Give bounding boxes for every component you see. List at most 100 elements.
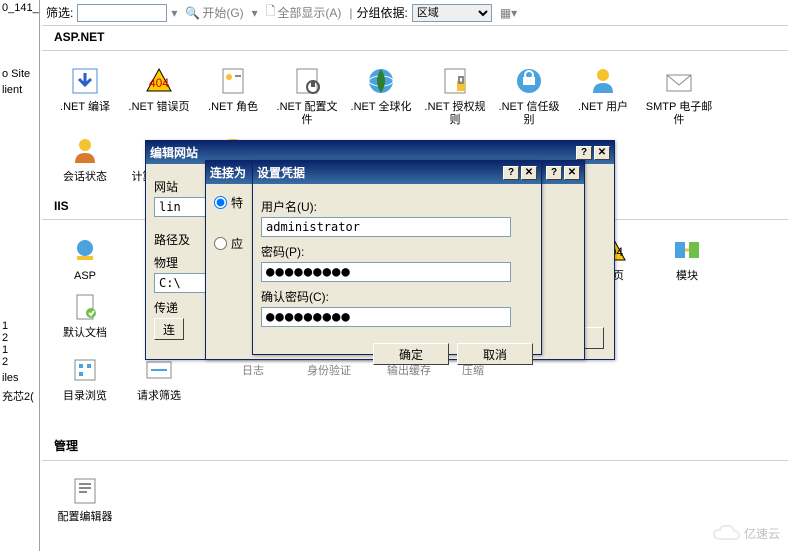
radio-app[interactable]: [214, 237, 227, 250]
binoculars-icon: 🔍: [185, 6, 200, 20]
compile-icon: [69, 65, 101, 97]
asp-item[interactable]: ASP: [50, 230, 120, 287]
help-button[interactable]: ?: [503, 166, 519, 180]
role-icon: [217, 65, 249, 97]
help-button[interactable]: ?: [546, 166, 562, 180]
mail-icon: [663, 65, 695, 97]
go-label: 开始(G): [202, 4, 243, 21]
toolbar-sep-1: ▾: [171, 6, 177, 20]
trust-icon: [513, 65, 545, 97]
dialog-titlebar: 设置凭据 ? ✕: [253, 161, 541, 184]
icon-label: 配置编辑器: [58, 511, 113, 524]
error-404-icon: 404: [143, 65, 175, 97]
tree-text-4: iles: [0, 370, 39, 386]
password-label: 密码(P):: [261, 243, 533, 260]
doc-icon: [69, 291, 101, 323]
icon-label: 模块: [676, 270, 698, 283]
tree-text-5: 充芯2(: [0, 386, 39, 406]
radio-label: 特: [231, 194, 243, 211]
session-icon: [69, 135, 101, 167]
svg-text:404: 404: [149, 76, 169, 90]
credentials-dialog: 设置凭据 ? ✕ 用户名(U): 密码(P): 确认密码(C): 确定 取消: [252, 160, 542, 355]
session-item[interactable]: 会话状态: [50, 131, 120, 188]
config-icon: [69, 475, 101, 507]
radio-specific[interactable]: [214, 196, 227, 209]
profile-icon: [291, 65, 323, 97]
dialog-title: 设置凭据: [257, 164, 501, 181]
cancel-button[interactable]: 取消: [457, 343, 533, 365]
confirm-input[interactable]: [261, 307, 511, 327]
section-aspnet: ASP.NET: [42, 26, 788, 48]
globe-icon: [365, 65, 397, 97]
dialog-body: 用户名(U): 密码(P): 确认密码(C):: [253, 184, 541, 335]
conn-button[interactable]: 连: [154, 318, 184, 340]
section-mgmt: 管理: [42, 433, 788, 458]
module-item[interactable]: 模块: [652, 230, 722, 287]
dialog-title: 编辑网站: [150, 144, 574, 161]
icon-label: SMTP 电子邮件: [644, 101, 714, 127]
showall-label: 全部显示(A): [277, 4, 341, 21]
cloud-icon: [712, 523, 740, 543]
icon-label: .NET 全球化: [351, 101, 412, 114]
smtp-item[interactable]: SMTP 电子邮件: [642, 61, 716, 131]
close-button[interactable]: ✕: [594, 146, 610, 160]
defaultdoc-item[interactable]: 默认文档: [50, 287, 120, 344]
icon-label: .NET 授权规则: [422, 101, 488, 127]
tree-text-1: 0_141_: [0, 0, 39, 16]
icon-label: .NET 编译: [60, 101, 110, 114]
icon-label: 默认文档: [63, 327, 107, 340]
showall-icon: 🗋: [266, 2, 276, 23]
net-user-item[interactable]: .NET 用户: [568, 61, 638, 131]
tree-text-3: lient: [0, 82, 39, 98]
filter-label: 筛选:: [46, 4, 73, 21]
mgmt-grid: 配置编辑器: [42, 465, 788, 534]
watermark-text: 亿速云: [744, 525, 780, 542]
filter-input[interactable]: [77, 4, 167, 22]
config-editor-item[interactable]: 配置编辑器: [50, 471, 120, 528]
view-button[interactable]: ▦▾: [496, 5, 521, 21]
toolbar: 筛选: ▾ 🔍 开始(G) ▾ 🗋 全部显示(A) | 分组依据: 区域 ▦▾: [42, 0, 788, 26]
tree-text-2: o Site: [0, 66, 39, 82]
tree-nums: 1 2 1 2: [0, 318, 39, 370]
net-role-item[interactable]: .NET 角色: [198, 61, 268, 131]
password-input[interactable]: [261, 262, 511, 282]
icon-label: .NET 配置文件: [274, 101, 340, 127]
dialog-buttons: 确定 取消: [253, 335, 541, 373]
icon-label: 目录浏览: [63, 390, 107, 403]
icon-label: 会话状态: [63, 171, 107, 184]
section-divider: [42, 460, 788, 461]
icon-label: .NET 角色: [208, 101, 258, 114]
module-icon: [671, 234, 703, 266]
icon-label: 请求筛选: [137, 390, 181, 403]
help-button[interactable]: ?: [576, 146, 592, 160]
close-button[interactable]: ✕: [521, 166, 537, 180]
auth-icon: [439, 65, 471, 97]
group-select[interactable]: 区域: [412, 4, 492, 22]
net-compile-item[interactable]: .NET 编译: [50, 61, 120, 131]
net-global-item[interactable]: .NET 全球化: [346, 61, 416, 131]
icon-label: .NET 用户: [578, 101, 628, 114]
watermark: 亿速云: [712, 523, 780, 543]
section-divider: [42, 50, 788, 51]
icon-label: .NET 信任级别: [496, 101, 562, 127]
asp-icon: [69, 234, 101, 266]
net-error-item[interactable]: 404 .NET 错误页: [124, 61, 194, 131]
radio-label: 应: [231, 235, 243, 252]
group-label: 分组依据:: [356, 4, 407, 21]
tree-pane: 0_141_ o Site lient 1 2 1 2 iles 充芯2(: [0, 0, 40, 551]
username-input[interactable]: [261, 217, 511, 237]
toolbar-sep-2: |: [349, 6, 352, 20]
dirbrowse-icon: [69, 354, 101, 386]
net-auth-item[interactable]: .NET 授权规则: [420, 61, 490, 131]
go-button[interactable]: 🔍 开始(G): [181, 3, 247, 22]
close-button[interactable]: ✕: [564, 166, 580, 180]
dirbrowse-item[interactable]: 目录浏览: [50, 350, 120, 407]
icon-label: .NET 错误页: [129, 101, 190, 114]
ok-button[interactable]: 确定: [373, 343, 449, 365]
confirm-label: 确认密码(C):: [261, 288, 533, 305]
showall-button[interactable]: 🗋 全部显示(A): [262, 1, 346, 24]
username-label: 用户名(U):: [261, 198, 533, 215]
net-profile-item[interactable]: .NET 配置文件: [272, 61, 342, 131]
icon-label: ASP: [74, 270, 96, 283]
net-trust-item[interactable]: .NET 信任级别: [494, 61, 564, 131]
